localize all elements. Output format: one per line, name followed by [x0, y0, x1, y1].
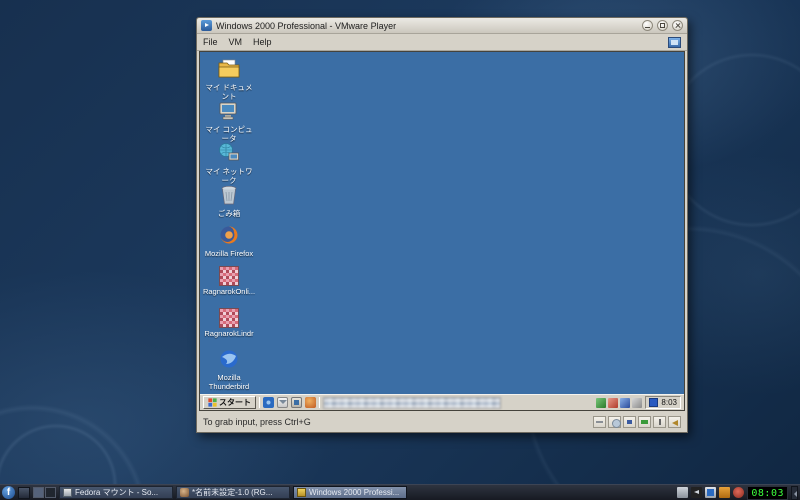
task-label: Windows 2000 Professi... [309, 488, 400, 497]
vm-icon-app-2[interactable]: RagnarokLindr [202, 308, 256, 338]
vm-icon-label: Mozilla Firefox [204, 249, 254, 258]
folder-icon [218, 59, 240, 78]
vm-clock[interactable]: 8:03 [661, 398, 677, 407]
workspace-2[interactable] [45, 487, 56, 498]
show-desktop-quicklaunch-icon[interactable] [291, 397, 302, 408]
gimp-icon [180, 488, 189, 497]
pen-tool-icon[interactable] [596, 397, 607, 408]
close-button[interactable] [672, 20, 683, 31]
volume-icon[interactable] [691, 487, 703, 498]
vm-icon-label: RagnarokLindr [204, 329, 254, 338]
menu-file[interactable]: File [203, 37, 218, 47]
vmware-task-icon [297, 488, 306, 497]
fullscreen-icon[interactable] [668, 36, 681, 48]
pen-tool-icon[interactable] [620, 397, 631, 408]
vmware-player-icon [201, 20, 212, 31]
input-method-icon[interactable] [719, 487, 731, 498]
thunderbird-icon [220, 350, 238, 368]
task-button-gimp[interactable]: *名前未設定-1.0 (RG... [176, 486, 290, 499]
taskbar-separator [319, 397, 320, 408]
vm-icon-label: マイ コンピュータ [205, 125, 253, 143]
task-label: *名前未設定-1.0 (RG... [192, 488, 273, 497]
vm-icon-label: マイ ドキュメント [205, 83, 253, 101]
menu-help[interactable]: Help [253, 37, 272, 47]
panel-hide-arrow[interactable] [791, 485, 798, 500]
task-button-vmware[interactable]: Windows 2000 Professi... [293, 486, 407, 499]
workspace-1[interactable] [33, 487, 44, 498]
network-globe-icon [219, 143, 239, 161]
vmware-menubar: File VM Help [197, 34, 687, 51]
windows-logo-icon [208, 398, 217, 407]
task-button-mount[interactable]: Fedora マウント - So... [59, 486, 173, 499]
updates-icon[interactable] [733, 487, 745, 498]
vm-icon-my-network[interactable]: マイ ネットワーク [202, 142, 256, 185]
firefox-icon [220, 226, 238, 244]
cdrom-status-icon[interactable] [608, 416, 621, 428]
sound-status-icon[interactable] [668, 416, 681, 428]
vm-icon-my-computer[interactable]: マイ コンピュータ [202, 100, 256, 143]
vm-taskbar-toolbar [596, 397, 643, 408]
recycle-bin-icon [221, 185, 237, 205]
host-clock[interactable]: 08:03 [747, 485, 788, 500]
network-status-icon[interactable] [638, 416, 651, 428]
floppy-status-icon[interactable] [623, 416, 636, 428]
grab-input-hint: To grab input, press Ctrl+G [203, 417, 311, 427]
taskbar-separator [259, 397, 260, 408]
window-title: Windows 2000 Professional - VMware Playe… [216, 20, 397, 31]
mount-window-icon [63, 488, 72, 497]
vmware-titlebar[interactable]: Windows 2000 Professional - VMware Playe… [197, 18, 687, 34]
notification-icon[interactable] [677, 487, 689, 498]
vm-icon-app-1[interactable]: RagnarokOnli... [202, 266, 256, 296]
vm-icon-label: RagnarokOnli... [202, 287, 256, 296]
app-pixel-icon [219, 308, 239, 328]
app-pixel-icon [219, 266, 239, 286]
fedora-menu-button[interactable]: f [2, 486, 15, 499]
pen-tool-icon[interactable] [608, 397, 619, 408]
vm-start-button[interactable]: スタート [203, 396, 256, 409]
host-system-tray: 08:03 [677, 485, 798, 500]
vmware-player-window: Windows 2000 Professional - VMware Playe… [196, 17, 688, 433]
hard-disk-status-icon[interactable] [593, 416, 606, 428]
vm-icon-label: マイ ネットワーク [205, 167, 253, 185]
ime-icon[interactable] [649, 398, 659, 407]
vm-taskbar: スタート 8:03 [200, 394, 684, 410]
vm-taskbar-window-button-blurred[interactable] [323, 396, 501, 409]
vm-guest-screen[interactable]: マイ ドキュメント マイ コンピュータ マイ ネットワーク ごみ箱 Mozill… [199, 51, 685, 411]
vm-icon-thunderbird[interactable]: Mozilla Thunderbird [202, 348, 256, 391]
maximize-button[interactable] [657, 20, 668, 31]
vm-icon-label: Mozilla Thunderbird [208, 373, 250, 391]
task-label: Fedora マウント - So... [75, 488, 159, 497]
usb-status-icon[interactable] [653, 416, 666, 428]
host-desktop: Windows 2000 Professional - VMware Playe… [0, 0, 800, 500]
workspace-switcher [33, 487, 56, 498]
vm-start-label: スタート [219, 398, 251, 407]
vm-system-tray: 8:03 [645, 396, 681, 409]
vm-icon-firefox[interactable]: Mozilla Firefox [202, 224, 256, 258]
vm-icon-my-documents[interactable]: マイ ドキュメント [202, 58, 256, 101]
computer-icon [219, 102, 237, 120]
vm-icon-label: ごみ箱 [217, 209, 241, 218]
media-quicklaunch-icon[interactable] [305, 397, 316, 408]
pen-tool-icon[interactable] [632, 397, 643, 408]
vmware-statusbar: To grab input, press Ctrl+G [197, 412, 687, 432]
minimize-button[interactable] [642, 20, 653, 31]
panel-launcher-icon[interactable] [18, 486, 30, 499]
device-status-icons [593, 416, 681, 428]
host-panel: f Fedora マウント - So... *名前未設定-1.0 (RG... … [0, 484, 800, 500]
display-icon[interactable] [705, 487, 717, 498]
mail-quicklaunch-icon[interactable] [277, 397, 288, 408]
vm-icon-recycle-bin[interactable]: ごみ箱 [202, 184, 256, 218]
menu-vm[interactable]: VM [229, 37, 243, 47]
ie-quicklaunch-icon[interactable] [263, 397, 274, 408]
